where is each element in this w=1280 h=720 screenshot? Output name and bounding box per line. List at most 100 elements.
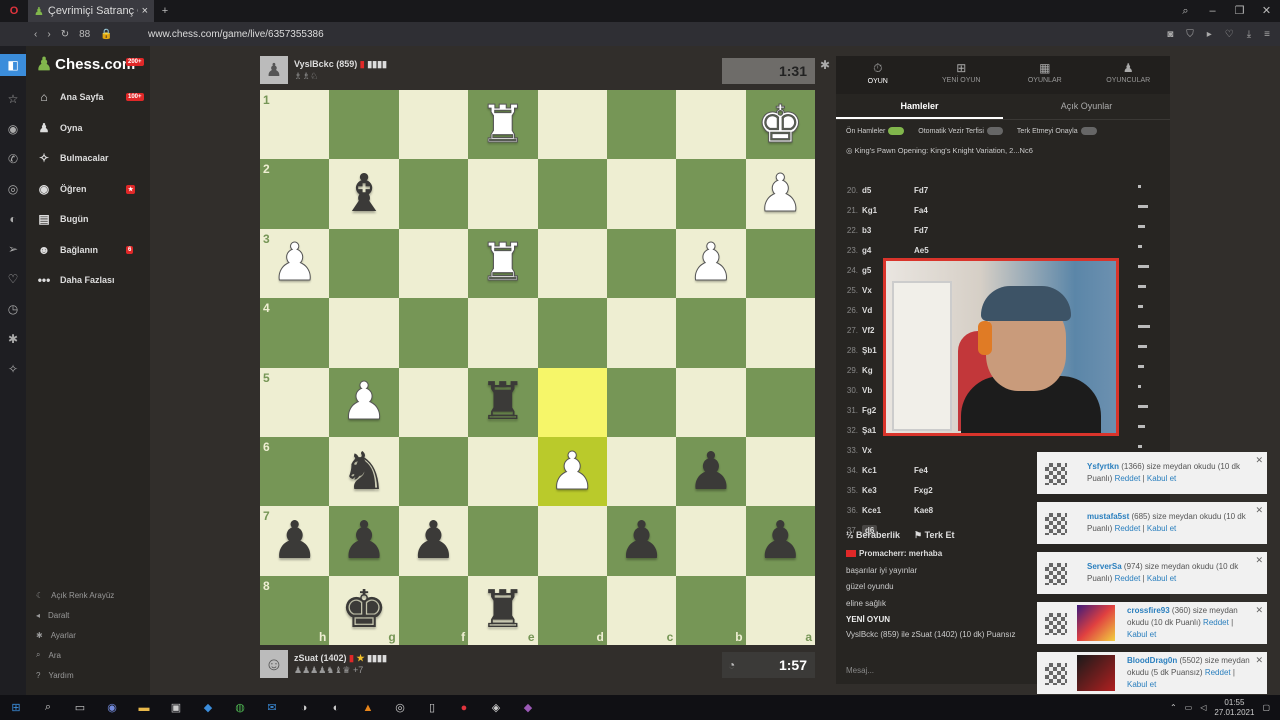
- vs-icon[interactable]: ◆: [192, 701, 224, 714]
- white-move[interactable]: Vx: [862, 446, 914, 455]
- board-square[interactable]: [606, 367, 677, 437]
- browser-tab[interactable]: ♟ Çevrimiçi Satranç Oyna - Ch ×: [28, 0, 154, 22]
- nav-item[interactable]: ☻ Bağlanın 6: [26, 235, 150, 266]
- maximize-icon[interactable]: ❐: [1226, 0, 1253, 22]
- white-move[interactable]: b3: [862, 226, 914, 235]
- app3-icon[interactable]: ◆: [512, 701, 544, 714]
- board-square[interactable]: [398, 367, 469, 437]
- board-square[interactable]: [468, 298, 538, 368]
- black-move[interactable]: Fd7: [914, 226, 974, 235]
- tray-chevron-icon[interactable]: ⌃: [1170, 703, 1177, 712]
- tab-moves[interactable]: Hamleler: [836, 94, 1003, 119]
- heart-sidebar-icon[interactable]: ♡: [0, 264, 26, 294]
- black-move[interactable]: Fxg2: [914, 486, 974, 495]
- board-square[interactable]: [676, 159, 746, 229]
- black-move[interactable]: Fa4: [914, 206, 974, 215]
- tab-open-games[interactable]: Açık Oyunlar: [1003, 94, 1170, 119]
- accept-link[interactable]: Kabul et: [1127, 680, 1156, 689]
- challenger-name[interactable]: BloodDrag0n: [1127, 656, 1177, 665]
- settings-sidebar-icon[interactable]: ✱: [0, 324, 26, 354]
- board-square[interactable]: ♟: [329, 367, 399, 437]
- black-knight-icon[interactable]: ♞: [341, 446, 388, 498]
- board-square[interactable]: ♟: [398, 506, 469, 576]
- white-pawn-icon[interactable]: ♟: [687, 237, 735, 290]
- board-square[interactable]: [537, 367, 607, 437]
- chrome-icon[interactable]: ◍: [224, 701, 256, 714]
- board-square[interactable]: ♟: [606, 506, 677, 576]
- nav-item[interactable]: ••• Daha Fazlası: [26, 265, 150, 296]
- board-square[interactable]: ♟: [745, 506, 815, 576]
- board-square[interactable]: [398, 159, 469, 229]
- nav-bottom-item[interactable]: ? Yardım: [26, 665, 150, 685]
- draw-button[interactable]: ½ Beraberlik: [846, 530, 900, 541]
- black-king-icon[interactable]: ♚: [341, 584, 388, 636]
- menu-icon[interactable]: ≡: [1264, 29, 1270, 40]
- speed-dial-count[interactable]: 88: [79, 29, 90, 40]
- vlc-icon[interactable]: ▲: [352, 702, 384, 714]
- board-square[interactable]: [745, 436, 815, 507]
- board-square[interactable]: [537, 506, 607, 576]
- board-square[interactable]: [398, 228, 469, 299]
- back-icon[interactable]: ‹: [34, 29, 37, 40]
- chess-logo[interactable]: ♟ Chess.com 200+: [26, 46, 150, 82]
- bottom-player-avatar[interactable]: ☺: [260, 650, 288, 678]
- challenger-name[interactable]: Ysfyrtkn: [1087, 462, 1119, 471]
- auto-queen-toggle[interactable]: Otomatik Vezir Terfisi: [918, 127, 1003, 135]
- app-icon[interactable]: ◐: [320, 702, 352, 714]
- resign-button[interactable]: ⚑ Terk Et: [914, 530, 954, 541]
- board-square[interactable]: g ♚: [329, 575, 399, 645]
- panel-tab[interactable]: ⏱ OYUN: [836, 56, 920, 94]
- close-notification-icon[interactable]: ✕: [1255, 604, 1263, 616]
- task-view-icon[interactable]: ▭: [64, 701, 96, 714]
- steam-icon[interactable]: ◑: [288, 702, 320, 714]
- panel-tab[interactable]: ♟ OYUNCULAR: [1087, 56, 1171, 94]
- black-rook-icon[interactable]: ♜: [480, 584, 527, 636]
- accept-link[interactable]: Kabul et: [1147, 524, 1176, 533]
- board-square[interactable]: b: [676, 575, 746, 645]
- obs-icon[interactable]: ◎: [384, 701, 416, 714]
- mail-icon[interactable]: ✉: [256, 701, 288, 714]
- black-pawn-icon[interactable]: ♟: [271, 515, 318, 567]
- store-icon[interactable]: ▣: [160, 701, 192, 714]
- board-square[interactable]: [398, 90, 469, 160]
- url-field[interactable]: www.chess.com/game/live/6357355386: [148, 29, 1167, 40]
- white-move[interactable]: g4: [862, 246, 914, 255]
- reject-link[interactable]: Reddet: [1115, 474, 1141, 483]
- close-notification-icon[interactable]: ✕: [1255, 504, 1263, 516]
- folder-icon[interactable]: ▬: [128, 702, 160, 714]
- board-settings-icon[interactable]: ✱: [820, 58, 830, 72]
- board-square[interactable]: d: [537, 575, 607, 645]
- black-pawn-icon[interactable]: ♟: [757, 515, 804, 567]
- opera-icon[interactable]: O: [0, 5, 28, 17]
- board-square[interactable]: ♟: [537, 436, 607, 507]
- board-square[interactable]: [676, 298, 746, 368]
- black-pawn-icon[interactable]: ♟: [618, 515, 665, 567]
- white-move[interactable]: Ke3: [862, 486, 914, 495]
- nav-bottom-item[interactable]: ✱ Ayarlar: [26, 625, 150, 645]
- board-square[interactable]: 5: [260, 367, 330, 437]
- board-square[interactable]: ♜: [468, 228, 538, 299]
- new-tab-button[interactable]: +: [154, 5, 176, 17]
- white-rook-icon[interactable]: ♜: [479, 98, 527, 151]
- white-rook-icon[interactable]: ♜: [479, 237, 527, 290]
- board-square[interactable]: ♟: [676, 436, 746, 507]
- reject-link[interactable]: Reddet: [1115, 524, 1141, 533]
- send-icon[interactable]: ➢: [0, 234, 26, 264]
- nav-item[interactable]: ♟ Oyna: [26, 113, 150, 144]
- board-square[interactable]: [745, 367, 815, 437]
- board-square[interactable]: a: [745, 575, 815, 645]
- board-square[interactable]: [468, 159, 538, 229]
- player-icon[interactable]: ◐: [0, 204, 26, 234]
- nav-bottom-item[interactable]: ◂ Daralt: [26, 605, 150, 625]
- board-square[interactable]: 4: [260, 298, 330, 368]
- board-square[interactable]: [745, 298, 815, 368]
- reload-icon[interactable]: ↻: [61, 29, 69, 40]
- challenger-name[interactable]: ServerSa: [1087, 562, 1122, 571]
- top-player-avatar[interactable]: ♟: [260, 56, 288, 84]
- board-square[interactable]: [745, 228, 815, 299]
- close-notification-icon[interactable]: ✕: [1255, 554, 1263, 566]
- system-clock[interactable]: 01:55 27.01.2021: [1214, 698, 1254, 718]
- board-square[interactable]: f: [398, 575, 469, 645]
- close-notification-icon[interactable]: ✕: [1255, 654, 1263, 666]
- bottom-player-name[interactable]: zSuat (1402): [294, 653, 347, 663]
